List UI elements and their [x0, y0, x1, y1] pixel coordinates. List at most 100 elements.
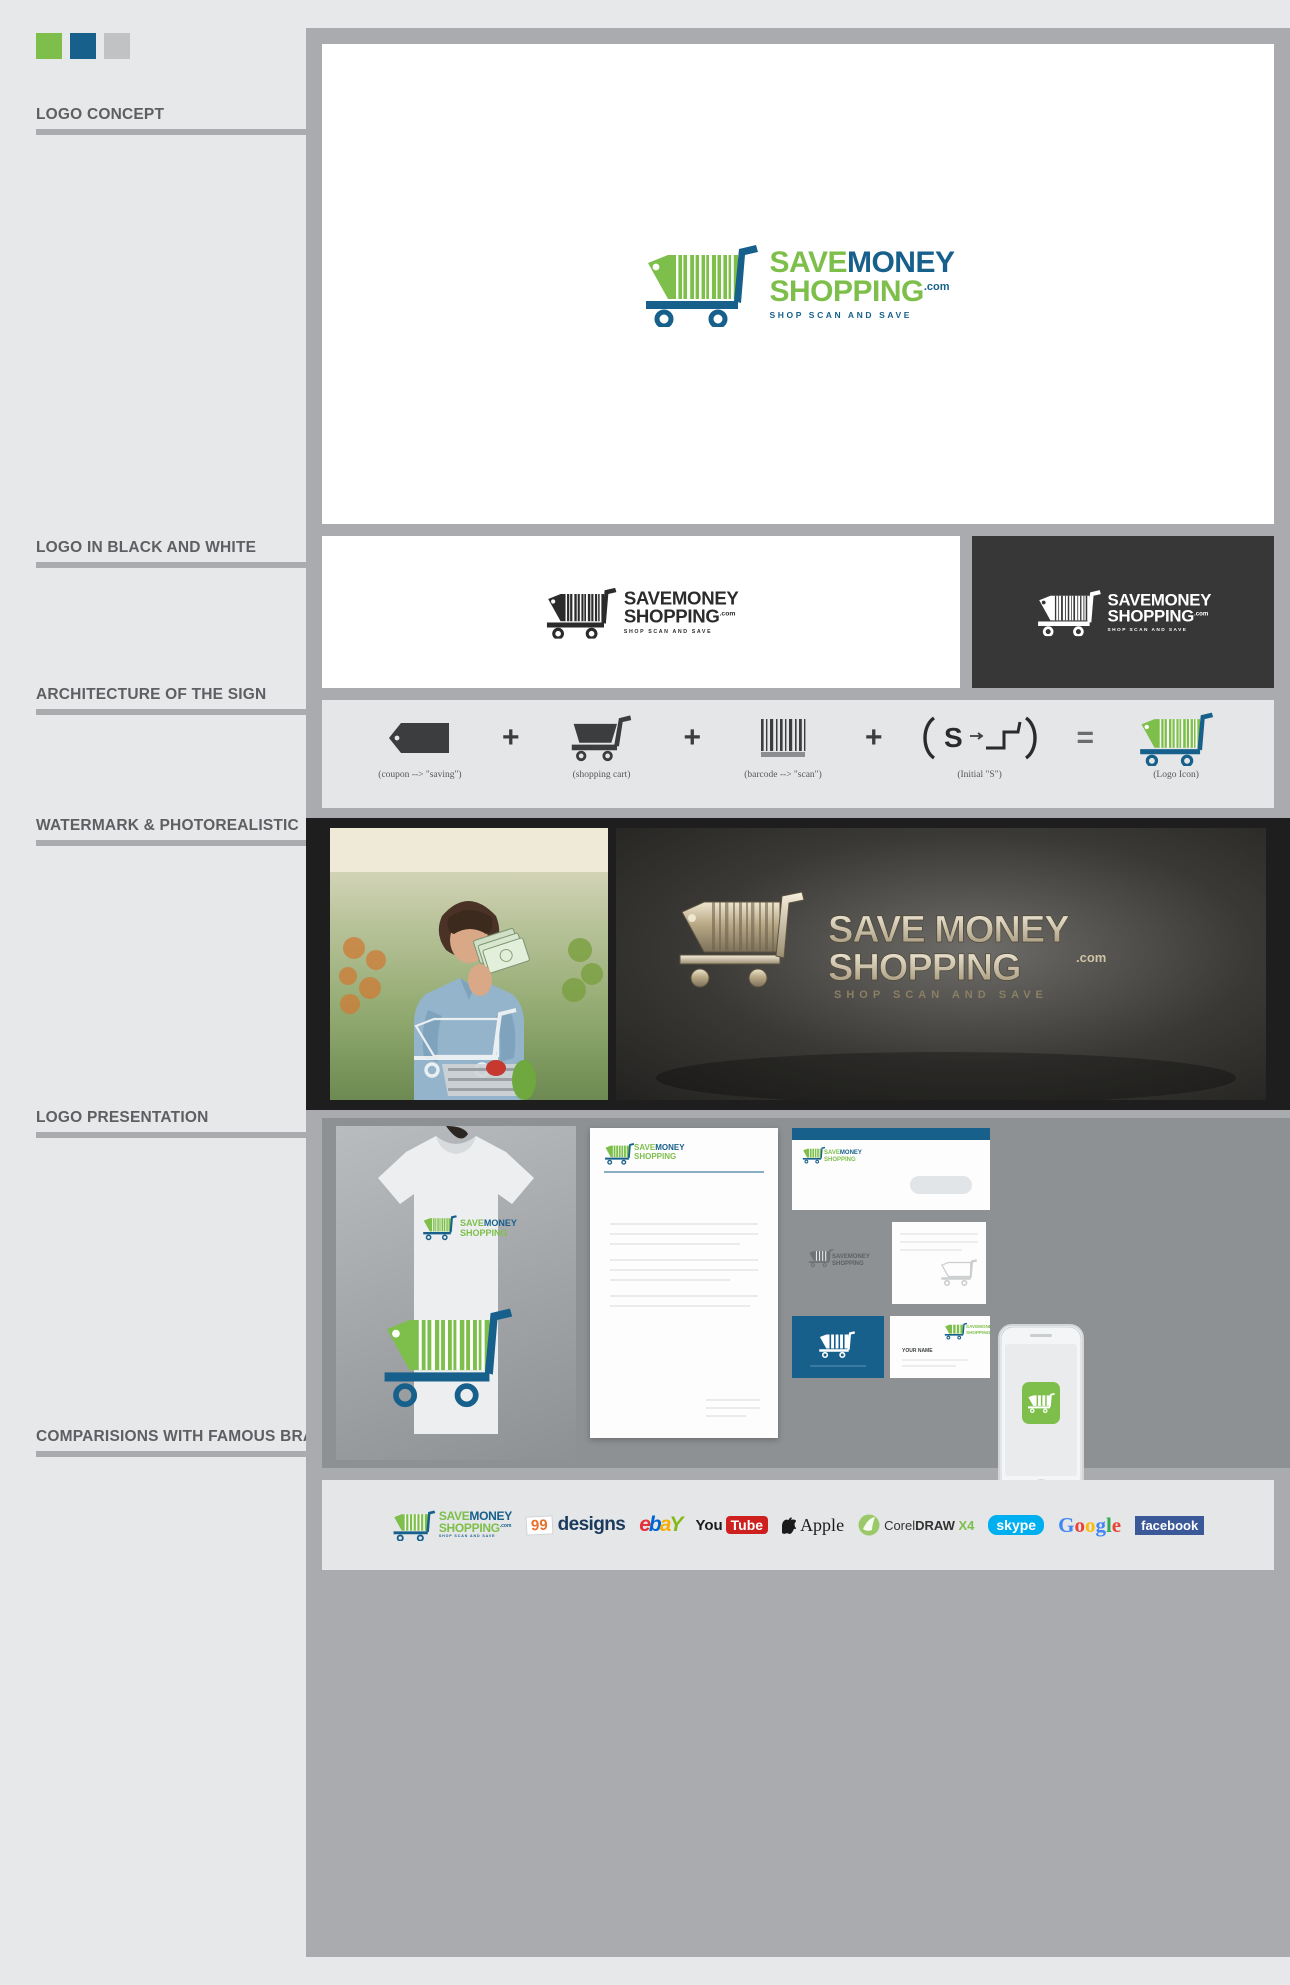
photorealistic-signage: SAVE MONEY SHOPPING .com SHOP SCAN AND S… — [616, 828, 1266, 1100]
svg-text:S: S — [944, 722, 963, 753]
logo-icon — [645, 245, 758, 327]
svg-text:SAVE MONEY: SAVE MONEY — [828, 909, 1069, 951]
logo-wordmark-black: SAVEMONEY SHOPPING.com SHOP SCAN AND SAV… — [623, 589, 738, 633]
brand-apple-label: Apple — [800, 1514, 845, 1535]
logo-tagline: SHOP SCAN AND SAVE — [438, 1534, 496, 1539]
section-label-logo-concept: LOGO CONCEPT — [36, 106, 312, 135]
section-label-text: ARCHITECTURE OF THE SIGN — [36, 686, 267, 703]
logo-shopping-text: SHOPPING — [438, 1520, 500, 1535]
business-card-back: SAVEMONEY SHOPPING YOUR NAME — [890, 1316, 995, 1378]
brand-save-money-shopping: SAVEMONEY SHOPPING.com SHOP SCAN AND SAV… — [392, 1509, 512, 1541]
logo-shopping-text: SHOPPING — [623, 606, 720, 627]
section-label-presentation: LOGO PRESENTATION — [36, 1109, 312, 1138]
flyer-mockup: SAVEMONEY SHOPPING — [792, 1218, 990, 1308]
primary-logo-lockup: SAVEMONEY SHOPPING.com SHOP SCAN AND SAV… — [642, 241, 955, 327]
architecture-caption: (coupon --> "saving") — [378, 770, 462, 780]
watermark-photo — [330, 828, 608, 1100]
brand-coreldraw: CorelDRAW X4 — [858, 1514, 974, 1536]
coupon-tag-icon — [387, 712, 453, 764]
plus-operator-1: + — [501, 721, 520, 754]
section-rule — [36, 129, 312, 135]
svg-text:SAVEMONEY: SAVEMONEY — [966, 1324, 990, 1329]
logo-line-2: SHOPPING.com — [769, 274, 955, 308]
section-label-text: WATERMARK & PHOTOREALISTIC — [36, 817, 299, 834]
logo-icon-mini — [393, 1510, 436, 1541]
logo-icon-result — [1136, 712, 1216, 766]
section-label-watermark: WATERMARK & PHOTOREALISTIC — [36, 817, 312, 846]
brand-99designs-designs: designs — [557, 1514, 626, 1535]
logo-tagline: SHOP SCAN AND SAVE — [769, 309, 913, 320]
section-rule — [36, 562, 312, 568]
section-label-text: COMPARISIONS WITH FAMOUS BRANDS — [36, 1428, 348, 1445]
logo-line-2: SHOPPING.com — [438, 1520, 512, 1535]
envelope-mockup: SAVEMONEY SHOPPING — [792, 1128, 990, 1210]
architecture-item-initial-s: S (Initial "S") — [905, 712, 1055, 780]
section-label-logo-bw: LOGO IN BLACK AND WHITE — [36, 539, 312, 568]
barcode-icon — [759, 712, 807, 764]
brand-comparison-card: SAVEMONEY SHOPPING.com SHOP SCAN AND SAV… — [322, 1480, 1274, 1570]
letterhead-mockup: SAVEMONEY SHOPPING — [590, 1128, 778, 1438]
plus-operator-3: + — [865, 721, 883, 754]
architecture-item-logo: (Logo Icon) — [1116, 712, 1236, 780]
svg-text:SHOPPING: SHOPPING — [966, 1330, 990, 1335]
watermark-photorealistic-card: SAVE MONEY SHOPPING .com SHOP SCAN AND S… — [306, 818, 1290, 1110]
logo-icon-black — [546, 587, 616, 639]
svg-text:SHOPPING: SHOPPING — [832, 1261, 864, 1267]
green-swatch — [36, 33, 62, 59]
brand-facebook: facebook — [1135, 1515, 1205, 1535]
brand-99designs-99: 99 — [525, 1514, 554, 1536]
architecture-card: (coupon --> "saving") + (shopping cart) — [322, 700, 1274, 808]
logo-presentation-card: SAVEMONEY SHOPPING SAVEMONEY SHOPPING SA… — [322, 1118, 1290, 1504]
section-label-architecture: ARCHITECTURE OF THE SIGN — [36, 686, 312, 715]
logo-dotcom-text: .com — [719, 610, 735, 618]
brand-youtube-you: You — [695, 1516, 723, 1534]
logo-line-1: SAVEMONEY — [770, 248, 955, 278]
business-card-front — [792, 1316, 884, 1378]
architecture-equation: (coupon --> "saving") + (shopping cart) — [322, 712, 1274, 780]
plus-operator-2: + — [683, 721, 701, 754]
architecture-item-barcode: (barcode --> "scan") — [723, 712, 843, 780]
brand-save-money-shopping-wordmark: SAVEMONEY SHOPPING.com SHOP SCAN AND SAV… — [438, 1510, 512, 1539]
section-label-text: LOGO IN BLACK AND WHITE — [36, 539, 257, 556]
brand-google: Google — [1058, 1512, 1122, 1537]
logo-shopping-text: SHOPPING — [1107, 606, 1194, 626]
svg-text:YOUR NAME: YOUR NAME — [902, 1348, 933, 1354]
svg-text:SHOP SCAN AND SAVE: SHOP SCAN AND SAVE — [834, 989, 1048, 1001]
architecture-item-cart: (shopping cart) — [541, 712, 661, 780]
architecture-caption: (barcode --> "scan") — [744, 770, 822, 780]
architecture-caption: (Initial "S") — [957, 770, 1002, 780]
logo-presentation-board: LOGO CONCEPT LOGO IN BLACK AND WHITE ARC… — [0, 0, 1290, 1985]
coreldraw-corel: Corel — [884, 1517, 916, 1533]
logo-wordmark-white: SAVEMONEY SHOPPING.com SHOP SCAN AND SAV… — [1107, 592, 1211, 633]
brand-facebook-label: facebook — [1135, 1515, 1205, 1535]
logo-line-2: SHOPPING.com — [1107, 606, 1211, 626]
initial-s-icon: S — [920, 712, 1040, 764]
section-rule — [36, 1451, 312, 1457]
logo-dotcom-text: .com — [499, 1522, 512, 1529]
grey-swatch — [104, 33, 130, 59]
svg-text:SHOPPING: SHOPPING — [824, 1157, 856, 1163]
brand-logo-strip: SAVEMONEY SHOPPING.com SHOP SCAN AND SAV… — [322, 1480, 1274, 1570]
logo-bw-dark-center: SAVEMONEY SHOPPING.com SHOP SCAN AND SAV… — [972, 536, 1274, 688]
brand-skype-label: skype — [988, 1515, 1045, 1535]
logo-dotcom-text: .com — [923, 280, 950, 293]
logo-tagline: SHOP SCAN AND SAVE — [1107, 626, 1187, 633]
svg-text:SAVEMONEY: SAVEMONEY — [832, 1254, 870, 1260]
section-label-text: LOGO PRESENTATION — [36, 1109, 209, 1126]
svg-text:SAVEMONEY: SAVEMONEY — [824, 1150, 862, 1156]
tshirt-mockup: SAVEMONEY SHOPPING — [336, 1126, 576, 1460]
svg-text:SHOPPING: SHOPPING — [460, 1228, 508, 1238]
architecture-caption: (Logo Icon) — [1153, 770, 1199, 780]
logo-lockup-black: SAVEMONEY SHOPPING.com SHOP SCAN AND SAV… — [544, 585, 738, 639]
logo-shopping-text: SHOPPING — [769, 274, 925, 308]
coreldraw-icon — [858, 1514, 880, 1536]
brand-99designs: 99 designs — [525, 1514, 626, 1536]
section-rule — [36, 709, 312, 715]
brand-coreldraw-label: CorelDRAW X4 — [884, 1518, 974, 1533]
svg-text:.com: .com — [1076, 950, 1106, 965]
phone-mockup — [998, 1324, 1084, 1504]
shopping-cart-icon — [568, 712, 634, 764]
section-label-comparisons: COMPARISIONS WITH FAMOUS BRANDS — [36, 1428, 348, 1457]
logo-concept-card: SAVEMONEY SHOPPING.com SHOP SCAN AND SAV… — [322, 44, 1274, 524]
brand-youtube: You Tube — [695, 1516, 769, 1534]
